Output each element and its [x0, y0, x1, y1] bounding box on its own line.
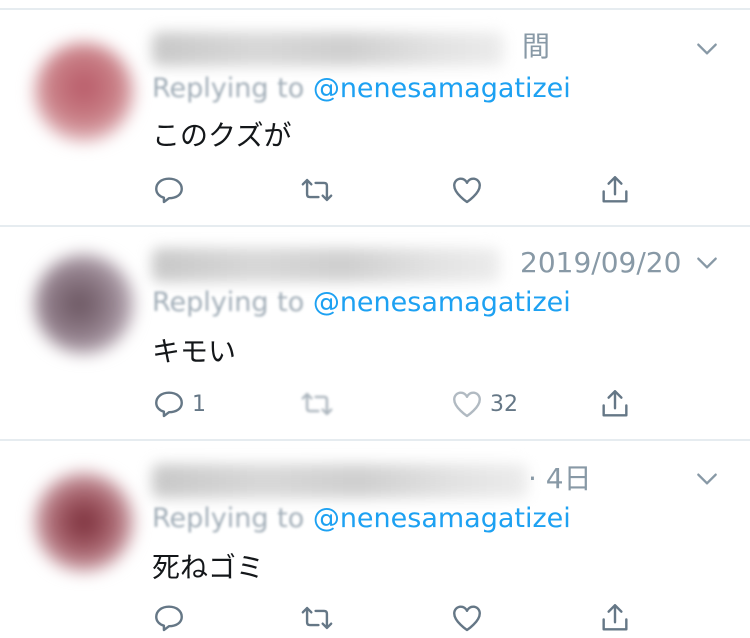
- share-button[interactable]: [598, 170, 632, 210]
- username-blurred[interactable]: [152, 248, 500, 282]
- retweet-button[interactable]: [300, 384, 334, 424]
- replying-handle-link[interactable]: @nenesamagatizei: [313, 73, 571, 104]
- reply-item[interactable]: 2019/09/20 Replying to @nenesamagatizei …: [0, 228, 750, 440]
- retweet-icon: [301, 392, 333, 416]
- like-icon: [453, 605, 481, 632]
- retweet-button[interactable]: [300, 170, 334, 210]
- reply-icon: [155, 177, 183, 204]
- retweet-icon: [301, 178, 333, 202]
- chevron-down-icon[interactable]: [694, 250, 720, 276]
- share-icon: [602, 604, 628, 631]
- reply-text: 死ねゴミ: [152, 551, 265, 584]
- username-blurred[interactable]: [152, 464, 528, 498]
- replying-to: Replying to @nenesamagatizei: [152, 502, 571, 536]
- avatar[interactable]: [34, 254, 134, 354]
- divider: [0, 439, 750, 441]
- like-button[interactable]: [450, 598, 490, 638]
- reply-text: このクズが: [152, 119, 292, 152]
- replying-to: Replying to @nenesamagatizei: [152, 286, 571, 320]
- share-icon: [602, 390, 628, 417]
- like-button[interactable]: [450, 170, 490, 210]
- share-icon: [602, 176, 628, 203]
- like-icon: [453, 177, 481, 204]
- timestamp: 2019/09/20: [520, 246, 682, 279]
- reply-item[interactable]: · 4日 Replying to @nenesamagatizei 死ねゴミ: [0, 442, 750, 638]
- reply-button[interactable]: 1: [152, 384, 206, 424]
- like-button[interactable]: 32: [450, 384, 518, 424]
- chevron-down-icon[interactable]: [694, 36, 720, 62]
- reply-icon: [155, 605, 183, 632]
- like-count: 32: [490, 391, 518, 417]
- avatar[interactable]: [34, 472, 134, 572]
- avatar[interactable]: [34, 42, 134, 142]
- timestamp: · 4日: [528, 462, 592, 495]
- reply-feed: 間 Replying to @nenesamagatizei このクズが 201…: [0, 0, 750, 638]
- action-bar: [152, 170, 672, 210]
- share-button[interactable]: [598, 384, 632, 424]
- reply-text: キモい: [152, 335, 237, 368]
- reply-item[interactable]: 間 Replying to @nenesamagatizei このクズが: [0, 0, 750, 226]
- chevron-down-icon[interactable]: [694, 466, 720, 492]
- username-blurred[interactable]: [152, 32, 504, 66]
- share-button[interactable]: [598, 598, 632, 638]
- like-icon: [453, 391, 481, 418]
- retweet-icon: [301, 606, 333, 630]
- replying-to: Replying to @nenesamagatizei: [152, 72, 571, 106]
- replying-label: Replying to: [152, 287, 305, 318]
- action-bar: 1 32: [152, 384, 672, 424]
- replying-label: Replying to: [152, 503, 305, 534]
- replying-handle-link[interactable]: @nenesamagatizei: [313, 287, 571, 318]
- action-bar: [152, 598, 672, 638]
- divider: [0, 225, 750, 227]
- timestamp: 間: [522, 30, 551, 63]
- reply-count: 1: [192, 391, 206, 417]
- reply-button[interactable]: [152, 170, 192, 210]
- replying-handle-link[interactable]: @nenesamagatizei: [313, 503, 571, 534]
- replying-label: Replying to: [152, 73, 305, 104]
- reply-icon: [155, 391, 183, 418]
- retweet-button[interactable]: [300, 598, 334, 638]
- reply-button[interactable]: [152, 598, 192, 638]
